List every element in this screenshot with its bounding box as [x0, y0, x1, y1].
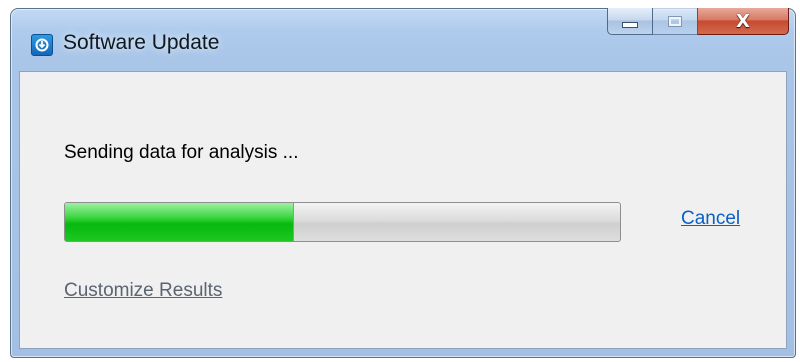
software-update-icon	[31, 34, 53, 56]
progress-bar	[64, 202, 621, 242]
progress-fill	[65, 203, 294, 241]
dialog-body: Sending data for analysis ... Cancel Cus…	[19, 71, 787, 349]
title-bar[interactable]: Software Update X	[11, 8, 795, 69]
minimize-icon	[622, 22, 638, 28]
window-title: Software Update	[63, 31, 220, 54]
customize-results-link[interactable]: Customize Results	[64, 280, 222, 302]
close-button[interactable]: X	[697, 8, 789, 35]
status-text: Sending data for analysis ...	[64, 142, 299, 163]
minimize-button[interactable]	[607, 8, 653, 35]
close-icon: X	[736, 10, 750, 32]
cancel-link[interactable]: Cancel	[681, 208, 740, 230]
maximize-button[interactable]	[652, 8, 698, 35]
window-controls: X	[607, 8, 789, 36]
maximize-icon	[668, 15, 682, 27]
software-update-window: Software Update X Sending data for analy…	[10, 8, 796, 358]
